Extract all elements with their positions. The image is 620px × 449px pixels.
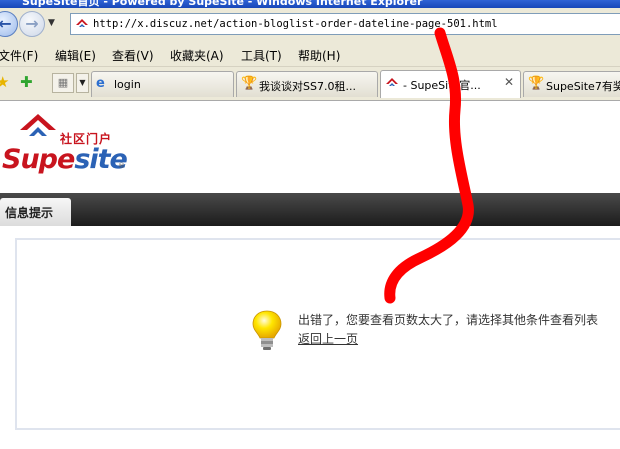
site-nav-bar: 信息提示 [0,193,620,226]
back-button[interactable]: ← [0,11,18,37]
menu-edit[interactable]: 编辑(E) [55,47,96,64]
nav-tab-info-label: 信息提示 [5,206,54,220]
menu-file[interactable]: 文件(F) [0,47,38,64]
lightbulb-icon [252,310,282,350]
menu-favorites[interactable]: 收藏夹(A) [170,47,224,64]
menu-view[interactable]: 查看(V) [112,47,154,64]
address-bar[interactable]: http://x.discuz.net/action-bloglist-orde… [70,13,620,35]
tab-list-dropdown-icon[interactable]: ▼ [76,73,89,93]
tab-discussion[interactable]: 🏆 我谈谈对SS7.0租... [236,71,378,97]
logo-brand-supe: Supe [2,144,75,175]
error-message: 出错了，您要查看页数太大了，请选择其他条件查看列表 [298,313,599,327]
tab-supesite7[interactable]: 🏆 SupeSite7有奖 [523,71,620,97]
supesite-icon [386,78,398,86]
tab-supesite-active[interactable]: - SupeSite官... ✕ [380,70,521,98]
supesite-logo[interactable]: 社区门户 Supesite ® [0,108,140,178]
logo-brand-site: site [74,144,128,175]
ie-icon: e [96,76,105,91]
forward-button[interactable]: → [19,11,45,37]
tab-label: login [114,78,141,91]
trophy-icon: 🏆 [241,76,258,91]
supesite-favicon-icon [76,19,88,27]
window-title-bar: SupeSite首页 - Powered by SupeSite - Windo… [0,0,620,8]
history-dropdown-icon[interactable]: ▼ [48,18,55,28]
menu-bar: 文件(F) 编辑(E) 查看(V) 收藏夹(A) 工具(T) 帮助(H) [0,44,620,67]
tab-label: - SupeSite官... [403,79,481,92]
trophy-icon: 🏆 [528,76,545,91]
nav-tab-info[interactable]: 信息提示 [0,198,71,226]
tab-login[interactable]: e login [91,71,234,97]
address-url[interactable]: http://x.discuz.net/action-bloglist-orde… [93,18,498,30]
window-title: SupeSite首页 - Powered by SupeSite - Windo… [22,0,423,8]
add-favorite-icon[interactable]: ✚ [20,73,33,91]
address-toolbar: ← → ▼ http://x.discuz.net/action-bloglis… [0,8,620,44]
logo-registered-mark: ® [118,162,125,170]
menu-help[interactable]: 帮助(H) [298,47,340,64]
favorites-star-icon[interactable]: ★ [0,73,9,91]
quick-tabs-button[interactable]: ▦ [52,73,74,93]
tab-bar: ★ ✚ ▦ ▼ e login 🏆 我谈谈对SS7.0租... - SupeSi… [0,67,620,101]
tab-label: SupeSite7有奖 [546,80,620,93]
logo-brand: Supesite [2,144,128,175]
back-link[interactable]: 返回上一页 [298,330,358,347]
menu-tools[interactable]: 工具(T) [241,47,282,64]
tab-label: 我谈谈对SS7.0租... [259,80,356,93]
close-tab-icon[interactable]: ✕ [504,75,514,89]
house-roof-icon [20,114,56,136]
